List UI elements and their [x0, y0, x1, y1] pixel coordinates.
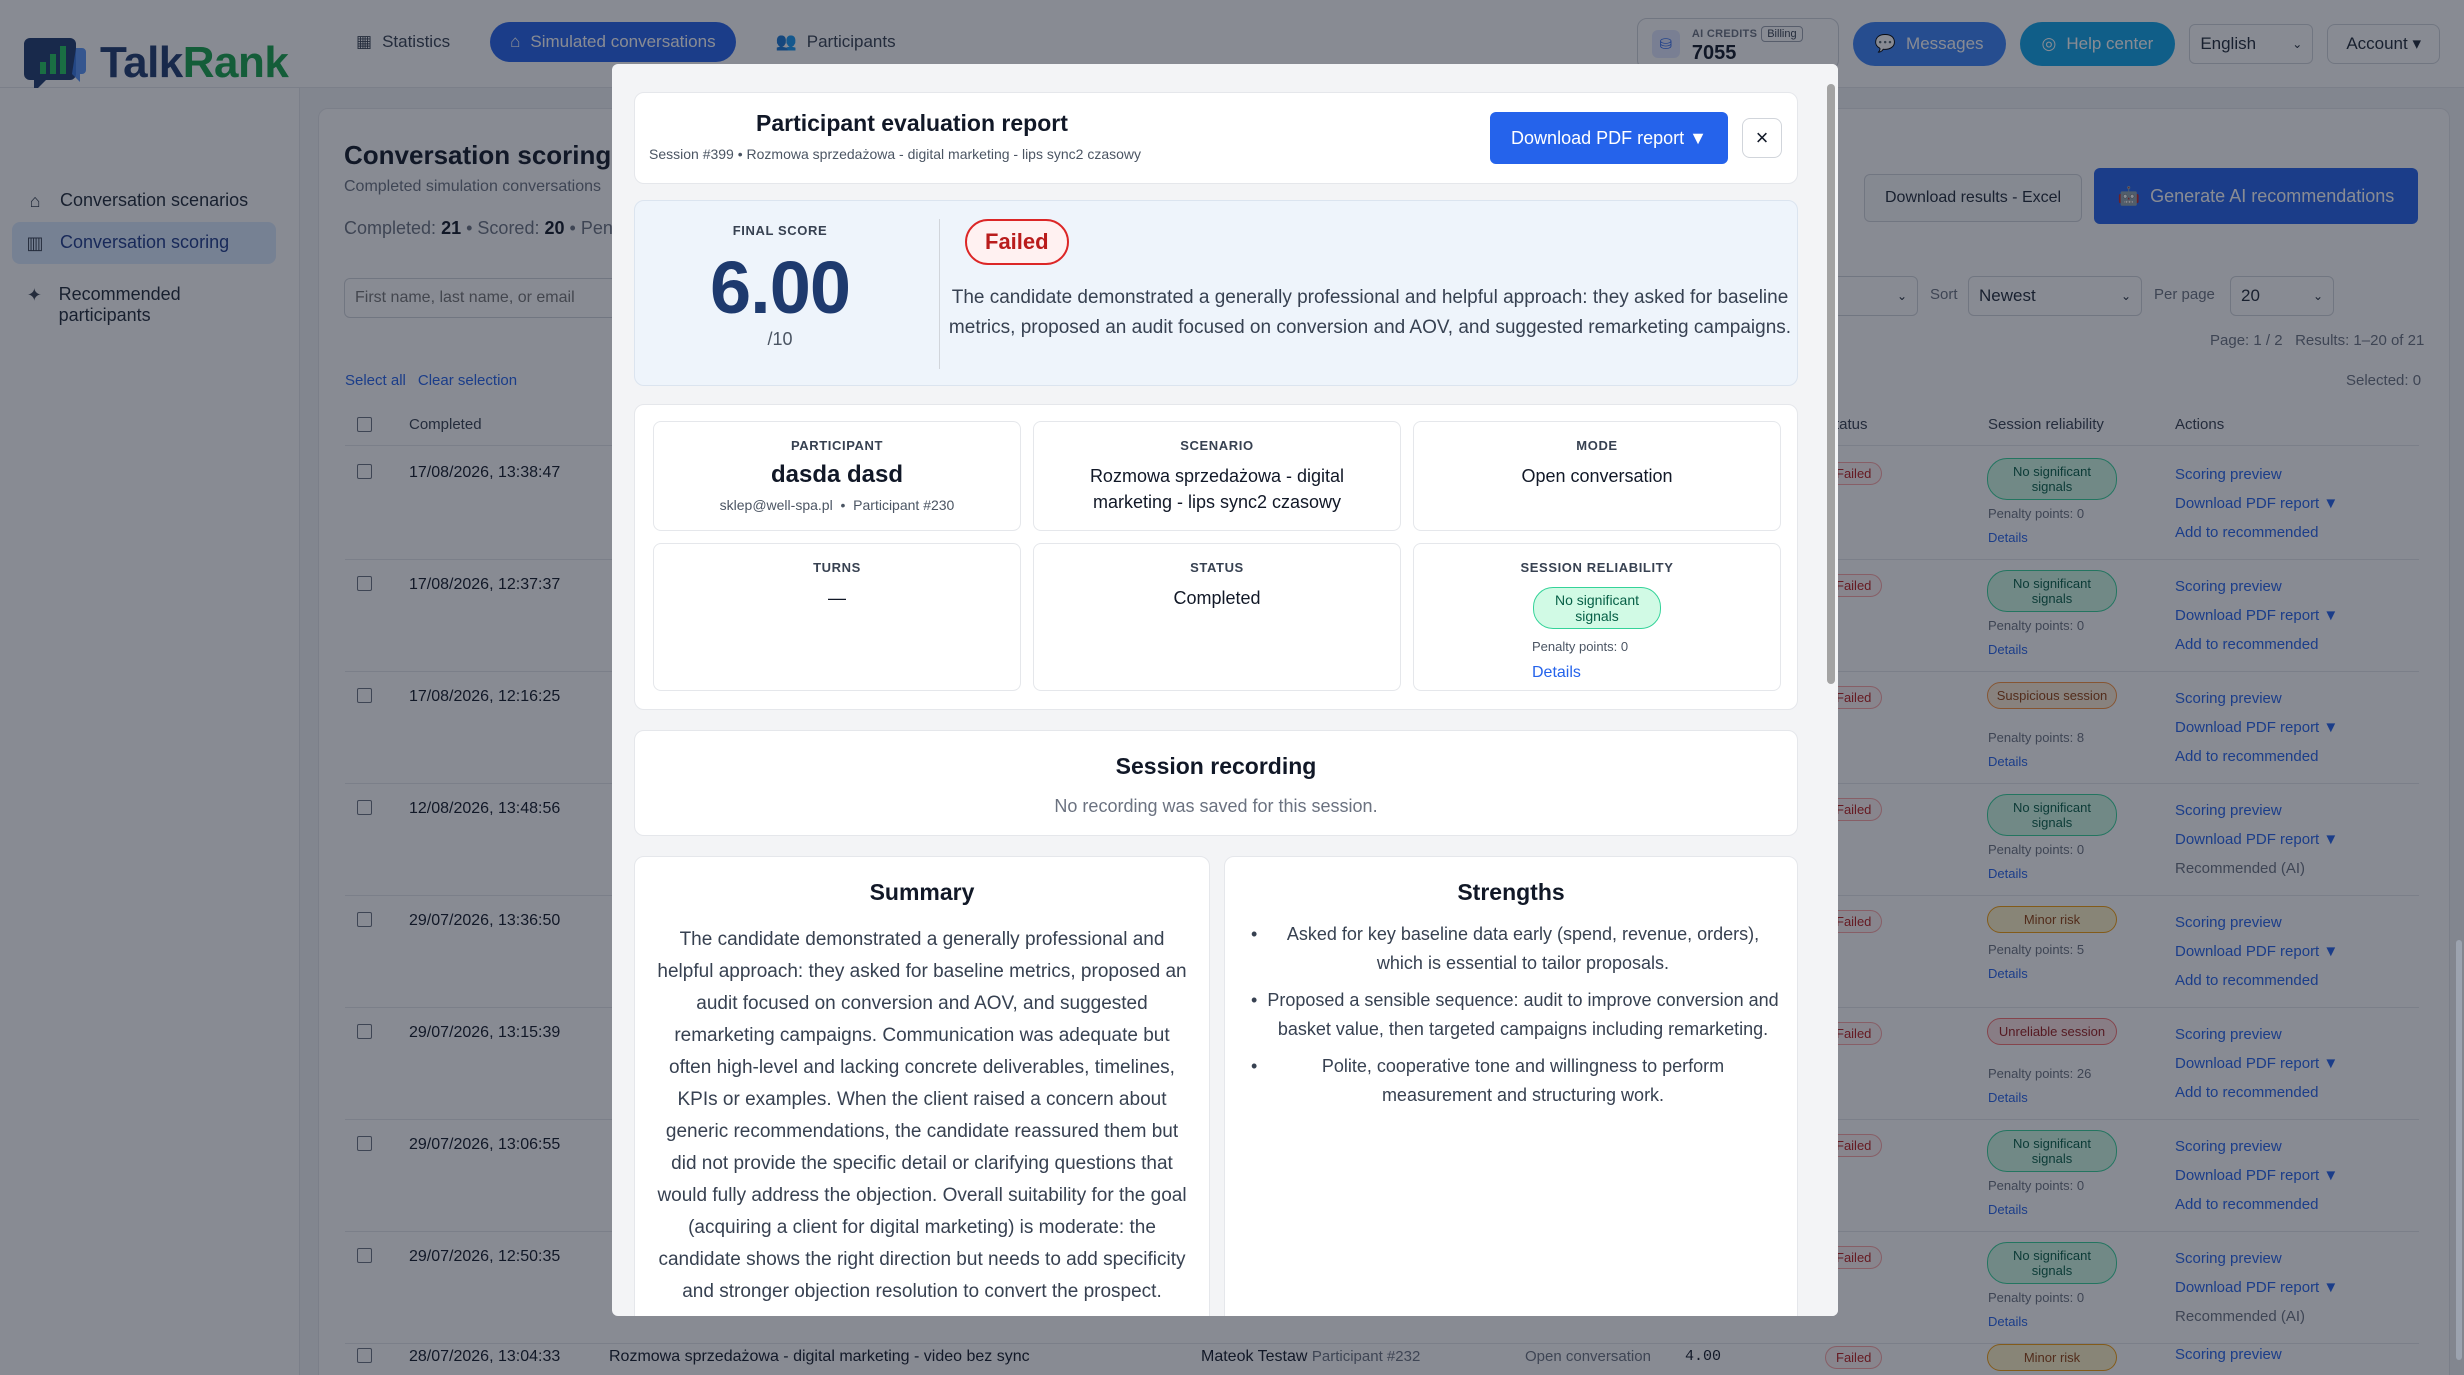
- modal-title: Participant evaluation report: [756, 110, 1068, 136]
- mode-cell: MODE Open conversation: [1413, 421, 1781, 531]
- turns-label: TURNS: [813, 560, 861, 575]
- session-info-card: PARTICIPANT dasda dasd sklep@well-spa.pl…: [634, 404, 1798, 710]
- summary-text: The candidate demonstrated a generally p…: [657, 929, 1187, 1302]
- participant-meta: sklep@well-spa.pl • Participant #230: [719, 497, 955, 513]
- participant-cell: PARTICIPANT dasda dasd sklep@well-spa.pl…: [653, 421, 1021, 531]
- scrollbar-thumb[interactable]: [1827, 84, 1835, 684]
- result-summary: The candidate demonstrated a generally p…: [948, 287, 1792, 338]
- list-item: Asked for key baseline data early (spend…: [1251, 920, 1781, 978]
- reliability-penalty: Penalty points: 0: [1532, 639, 1629, 654]
- close-icon: ×: [1755, 125, 1769, 150]
- participant-label: PARTICIPANT: [790, 438, 884, 453]
- turns-value: —: [828, 588, 846, 608]
- final-score-label: FINAL SCORE: [732, 223, 828, 238]
- page-scrollbar[interactable]: [2456, 940, 2462, 1360]
- strengths-card: Strengths Asked for key baseline data ea…: [1224, 856, 1798, 1316]
- reliability-badge: No significant signals: [1533, 587, 1661, 629]
- summary-card: Summary The candidate demonstrated a gen…: [634, 856, 1210, 1316]
- participant-id: Participant #230: [853, 497, 955, 513]
- modal-scrollbar[interactable]: [1824, 64, 1838, 1316]
- scenario-label: SCENARIO: [1180, 438, 1254, 453]
- scenario-cell: SCENARIO Rozmowa sprzedażowa - digital m…: [1033, 421, 1401, 531]
- session-recording-card: Session recording No recording was saved…: [634, 730, 1798, 836]
- strengths-list: Asked for key baseline data early (spend…: [1251, 920, 1781, 1110]
- evaluation-report-modal: Participant evaluation report Session #3…: [612, 64, 1838, 1316]
- final-score-card: FINAL SCORE 6.00 /10 Failed The candidat…: [634, 200, 1798, 386]
- scenario-value: Rozmowa sprzedażowa - digital marketing …: [1089, 466, 1345, 512]
- strengths-title: Strengths: [1457, 879, 1565, 905]
- modal-subtitle: Session #399 • Rozmowa sprzedażowa - dig…: [649, 146, 1142, 162]
- final-score-value: 6.00: [709, 246, 851, 329]
- turns-cell: TURNS —: [653, 543, 1021, 691]
- mode-value: Open conversation: [1521, 466, 1673, 486]
- list-item: Polite, cooperative tone and willingness…: [1251, 1052, 1781, 1110]
- list-item: Proposed a sensible sequence: audit to i…: [1251, 986, 1781, 1044]
- participant-email: sklep@well-spa.pl: [719, 497, 833, 513]
- mode-label: MODE: [1576, 438, 1618, 453]
- result-badge: Failed: [965, 219, 1069, 265]
- final-score-max: /10: [767, 329, 793, 349]
- reliability-label: SESSION RELIABILITY: [1520, 560, 1674, 575]
- recording-text: No recording was saved for this session.: [1054, 796, 1378, 816]
- download-pdf-button[interactable]: Download PDF report ▼: [1490, 112, 1728, 164]
- status-label: STATUS: [1190, 560, 1244, 575]
- divider: [939, 219, 940, 369]
- reliability-details-link[interactable]: Details: [1414, 664, 1780, 682]
- recording-title: Session recording: [1115, 753, 1317, 779]
- reliability-cell: SESSION RELIABILITY No significant signa…: [1413, 543, 1781, 691]
- close-button[interactable]: ×: [1742, 118, 1782, 158]
- participant-name: dasda dasd: [770, 461, 904, 488]
- status-value: Completed: [1173, 588, 1261, 608]
- status-cell: STATUS Completed: [1033, 543, 1401, 691]
- summary-title: Summary: [869, 879, 975, 905]
